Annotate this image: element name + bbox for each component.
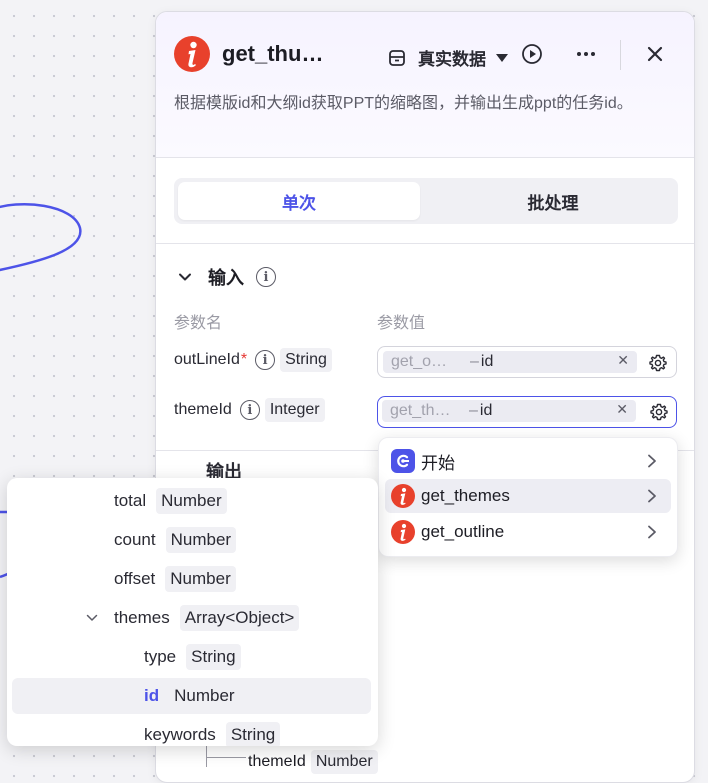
dropdown-item-label: get_outline: [421, 522, 505, 541]
tree-connector: [206, 757, 246, 758]
database-icon: [389, 49, 405, 66]
clear-icon[interactable]: ✕: [616, 401, 628, 418]
ref-node-name: get_th…: [390, 402, 451, 419]
info-icon[interactable]: i: [256, 267, 276, 287]
field-name: type: [144, 647, 177, 666]
field-item-type[interactable]: type String: [12, 639, 371, 675]
type-tag: String: [225, 722, 281, 746]
type-tag: Array<Object>: [179, 605, 300, 631]
info-icon[interactable]: i: [255, 350, 276, 370]
real-data-label: 真实数据: [418, 50, 486, 69]
field-name: total: [114, 491, 147, 510]
field-name: id: [144, 686, 160, 705]
type-tag: Number: [310, 750, 378, 774]
input-section-title: 输入: [208, 268, 244, 288]
node-description: 根据模版id和大纲id获取PPT的缩略图，并输出生成ppt的任务id。: [174, 95, 633, 112]
output-field-name: themeId: [248, 753, 306, 770]
type-tag: Number: [169, 683, 240, 709]
dropdown-item-get-themes[interactable]: get_themes: [385, 479, 671, 513]
run-mode-tabs: 单次 批处理: [174, 178, 678, 224]
divider: [156, 243, 694, 244]
ref-separator: –: [469, 402, 478, 419]
plugin-node-icon: [391, 520, 415, 544]
close-icon: [647, 46, 663, 62]
field-item-id[interactable]: id Number: [12, 678, 371, 714]
gear-icon[interactable]: [650, 403, 668, 421]
field-picker-popover: total Number count Number offset Number …: [7, 478, 378, 746]
tab-single[interactable]: 单次: [178, 182, 420, 220]
param-value-outlineid[interactable]: get_o… – id ✕: [377, 346, 677, 378]
field-item-total[interactable]: total Number: [12, 483, 371, 519]
chevron-down-icon[interactable]: [86, 612, 98, 624]
param-name-header: 参数名: [174, 315, 223, 332]
param-name: themeId: [174, 401, 232, 418]
plugin-node-icon: [174, 36, 210, 72]
ref-field-name: id: [480, 353, 494, 370]
start-node-icon: [391, 449, 415, 473]
required-mark: *: [240, 351, 248, 368]
ref-field-name: id: [479, 402, 493, 419]
param-value-themeid[interactable]: get_th… – id ✕: [377, 396, 677, 428]
play-icon: [522, 44, 542, 64]
more-button[interactable]: [574, 42, 598, 66]
ref-node-name: get_o…: [391, 353, 448, 370]
dropdown-item-start[interactable]: 开始: [385, 444, 671, 478]
info-icon[interactable]: i: [239, 400, 260, 420]
node-title: get_thu…: [222, 41, 324, 66]
type-tag: Integer: [264, 398, 325, 422]
header-divider: [620, 40, 621, 70]
type-tag: Number: [165, 566, 236, 592]
chevron-right-icon: [648, 525, 656, 539]
ref-separator: –: [470, 353, 479, 370]
gear-icon[interactable]: [649, 354, 667, 372]
panel-header: get_thu… 真实数据 根据模版id和大纲id获取PPT的缩略图，并输出生成…: [156, 12, 694, 158]
plugin-node-icon: [391, 484, 415, 508]
tab-batch[interactable]: 批处理: [432, 182, 674, 220]
chevron-right-icon: [648, 454, 656, 468]
variable-reference-chip[interactable]: get_th… – id ✕: [382, 400, 636, 422]
input-section-header[interactable]: 输入 i: [178, 264, 276, 290]
clear-icon[interactable]: ✕: [617, 352, 629, 369]
real-data-selector[interactable]: 真实数据: [388, 45, 508, 70]
field-name: count: [114, 530, 156, 549]
output-field-themeid: themeId Number: [248, 750, 378, 774]
field-name: keywords: [144, 725, 216, 744]
type-tag: Number: [156, 488, 227, 514]
type-tag: String: [280, 348, 332, 372]
chevron-right-icon: [648, 489, 656, 503]
field-name: offset: [114, 569, 156, 588]
param-row-outlineid: outLineId * i String: [174, 348, 332, 372]
caret-down-icon: [496, 53, 508, 62]
variable-source-dropdown: 开始 get_themes get_outline: [378, 437, 678, 557]
field-item-count[interactable]: count Number: [12, 522, 371, 558]
field-item-offset[interactable]: offset Number: [12, 561, 371, 597]
param-name: outLineId: [174, 351, 240, 368]
param-value-header: 参数值: [377, 315, 426, 332]
dropdown-item-label: get_themes: [421, 486, 510, 505]
field-name: themes: [114, 608, 170, 627]
more-icon: [577, 52, 595, 56]
chevron-down-icon: [179, 273, 191, 281]
close-button[interactable]: [643, 42, 667, 66]
field-item-themes[interactable]: themes Array<Object>: [12, 600, 371, 636]
run-button[interactable]: [520, 42, 544, 66]
param-row-themeid: themeId i Integer: [174, 398, 325, 422]
dropdown-item-label: 开始: [421, 453, 455, 473]
type-tag: String: [186, 644, 241, 670]
dropdown-item-get-outline[interactable]: get_outline: [385, 515, 671, 549]
field-item-keywords[interactable]: keywords String: [12, 717, 371, 746]
type-tag: Number: [165, 527, 237, 553]
variable-reference-chip[interactable]: get_o… – id ✕: [383, 351, 637, 373]
